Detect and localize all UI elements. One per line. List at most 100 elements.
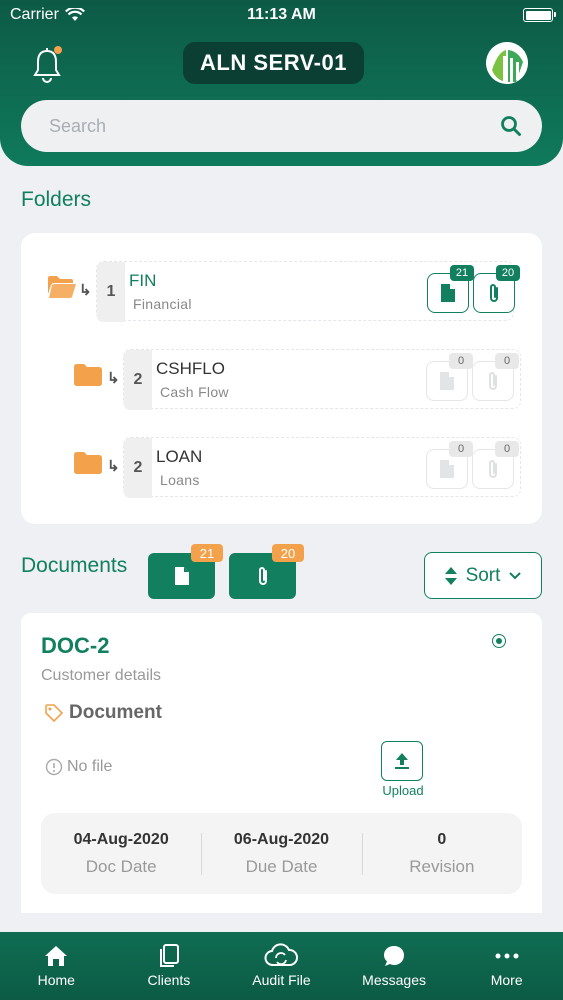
due-date-field: 06-Aug-2020 Due Date bbox=[201, 831, 361, 877]
folder-name: Cash Flow bbox=[160, 384, 229, 400]
folders-card: ↳ 1 FIN Financial 21 20 ↳ 2 CSHFLO Cash … bbox=[21, 233, 542, 524]
tab-audit-file[interactable]: Audit File bbox=[225, 932, 338, 1000]
doc-date-field: 04-Aug-2020 Doc Date bbox=[41, 831, 201, 877]
chevron-down-icon bbox=[509, 571, 522, 579]
upload-button[interactable] bbox=[381, 741, 423, 781]
doc-count-badge: 21 bbox=[450, 265, 474, 281]
folder-name: Loans bbox=[160, 472, 200, 488]
documents-filter-button[interactable]: 21 bbox=[148, 544, 223, 599]
attachments-filter-button[interactable]: 20 bbox=[229, 544, 304, 599]
paperclip-icon bbox=[489, 372, 497, 390]
doc-count-badge: 0 bbox=[449, 353, 473, 369]
folder-row[interactable]: 2 LOAN Loans 0 0 bbox=[123, 437, 521, 498]
folder-attachments-button[interactable]: 20 bbox=[473, 265, 520, 313]
document-type-label: Document bbox=[69, 702, 162, 723]
select-radio[interactable] bbox=[492, 634, 506, 648]
folder-icon bbox=[74, 452, 102, 474]
revision-label: Revision bbox=[409, 856, 475, 876]
battery-icon bbox=[523, 8, 556, 22]
tab-label: More bbox=[490, 972, 523, 988]
cloud-sync-icon bbox=[264, 943, 299, 966]
tab-messages[interactable]: Messages bbox=[338, 932, 451, 1000]
tag-icon bbox=[45, 704, 63, 722]
folder-open-icon bbox=[48, 276, 76, 298]
folder-name: Financial bbox=[133, 296, 192, 312]
document-subtitle: Customer details bbox=[41, 667, 162, 684]
expand-arrow-icon[interactable]: ↳ bbox=[107, 457, 120, 475]
folder-code: LOAN bbox=[156, 447, 203, 466]
revision-field: 0 Revision bbox=[361, 830, 522, 877]
document-icon bbox=[441, 284, 455, 302]
more-icon bbox=[495, 953, 519, 959]
paperclip-icon bbox=[258, 567, 267, 585]
logo-icon bbox=[486, 42, 528, 84]
doc-date-value: 04-Aug-2020 bbox=[73, 830, 169, 848]
app-header: Carrier 11:13 AM ALN SERV-01 bbox=[0, 0, 563, 166]
attachment-count-badge: 20 bbox=[272, 544, 304, 562]
document-icon bbox=[440, 372, 454, 390]
search-bar[interactable] bbox=[21, 100, 542, 152]
sort-button[interactable]: Sort bbox=[424, 552, 542, 599]
folder-level: 2 bbox=[124, 438, 152, 498]
folder-level: 2 bbox=[124, 350, 152, 410]
search-input[interactable] bbox=[49, 115, 500, 137]
no-file-status: No file bbox=[45, 758, 112, 776]
document-icon bbox=[174, 567, 189, 585]
bottom-tab-bar: Home Clients Audit File Messages More bbox=[0, 932, 563, 1000]
tab-label: Clients bbox=[147, 972, 191, 988]
chat-icon bbox=[384, 946, 405, 966]
folder-row[interactable]: 2 CSHFLO Cash Flow 0 0 bbox=[123, 349, 521, 410]
folder-icon bbox=[74, 364, 102, 386]
documents-heading: Documents bbox=[21, 554, 128, 577]
notification-dot bbox=[54, 46, 62, 54]
tab-label: Audit File bbox=[252, 972, 311, 988]
due-date-label: Due Date bbox=[245, 856, 318, 876]
tab-home[interactable]: Home bbox=[0, 932, 113, 1000]
expand-arrow-icon[interactable]: ↳ bbox=[79, 281, 92, 299]
revision-value: 0 bbox=[437, 830, 447, 848]
expand-arrow-icon[interactable]: ↳ bbox=[107, 369, 120, 387]
due-date-value: 06-Aug-2020 bbox=[233, 830, 330, 848]
folder-documents-button[interactable]: 0 bbox=[426, 353, 473, 401]
tab-label: Messages bbox=[362, 972, 426, 988]
document-title: DOC-2 bbox=[41, 633, 110, 658]
clients-icon bbox=[159, 944, 179, 967]
no-file-label: No file bbox=[67, 758, 113, 775]
status-time: 11:13 AM bbox=[247, 6, 316, 23]
paperclip-icon bbox=[490, 284, 498, 302]
folder-attachments-button[interactable]: 0 bbox=[472, 353, 519, 401]
folders-heading: Folders bbox=[21, 188, 92, 211]
workspace-title[interactable]: ALN SERV-01 bbox=[183, 42, 364, 84]
sort-label: Sort bbox=[465, 564, 501, 586]
folder-code: FIN bbox=[129, 271, 157, 290]
upload-label[interactable]: Upload bbox=[373, 783, 433, 798]
info-icon bbox=[45, 758, 63, 776]
notifications-button[interactable] bbox=[32, 46, 64, 86]
folder-code: CSHFLO bbox=[156, 359, 225, 378]
doc-date-label: Doc Date bbox=[85, 856, 157, 876]
document-card[interactable]: DOC-2 Customer details Document No file … bbox=[21, 613, 542, 913]
sort-icon bbox=[444, 566, 457, 585]
document-type: Document bbox=[45, 702, 162, 724]
upload-icon bbox=[395, 753, 409, 769]
folder-level: 1 bbox=[97, 262, 125, 322]
attachment-count-badge: 20 bbox=[496, 265, 520, 281]
doc-count-badge: 21 bbox=[191, 544, 223, 562]
brand-logo[interactable] bbox=[486, 42, 528, 84]
folder-attachments-button[interactable]: 0 bbox=[472, 441, 519, 489]
folder-documents-button[interactable]: 21 bbox=[427, 265, 474, 313]
attachment-count-badge: 0 bbox=[495, 441, 519, 457]
folder-row[interactable]: 1 FIN Financial 21 20 bbox=[96, 261, 520, 322]
search-icon[interactable] bbox=[500, 115, 522, 137]
folder-documents-button[interactable]: 0 bbox=[426, 441, 473, 489]
paperclip-icon bbox=[489, 460, 497, 478]
tab-clients[interactable]: Clients bbox=[113, 932, 226, 1000]
status-bar: Carrier 11:13 AM bbox=[0, 0, 563, 30]
workspace-title-label: ALN SERV-01 bbox=[200, 50, 347, 75]
document-dates-panel: 04-Aug-2020 Doc Date 06-Aug-2020 Due Dat… bbox=[41, 813, 522, 894]
tab-label: Home bbox=[37, 972, 75, 988]
tab-more[interactable]: More bbox=[450, 932, 563, 1000]
document-icon bbox=[440, 460, 454, 478]
doc-count-badge: 0 bbox=[449, 441, 473, 457]
attachment-count-badge: 0 bbox=[495, 353, 519, 369]
